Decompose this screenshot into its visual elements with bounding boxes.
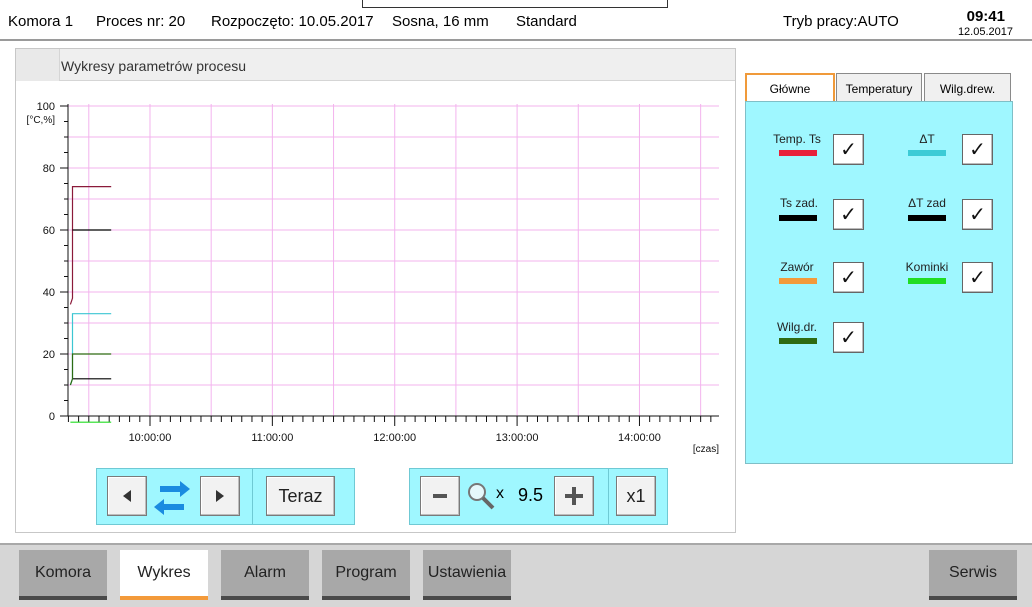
wood-type: Sosna, 16 mm: [392, 13, 489, 30]
legend-swatch-valve: [779, 278, 817, 284]
chamber-label: Komora 1: [8, 13, 74, 30]
nav-alarm[interactable]: Alarm: [221, 550, 309, 600]
tab-wood-moisture[interactable]: Wilg.drew.: [924, 73, 1011, 103]
clock-date: 12.05.2017: [957, 26, 1013, 38]
checkbox-delta-t-set[interactable]: ✓: [962, 199, 993, 230]
chart-panel: Wykresy parametrów procesu 0 20 40 60 80 100[…: [15, 48, 736, 533]
main-area: Wykresy parametrów procesu 0 20 40 60 80 100[…: [0, 43, 1032, 543]
legend-swatch-delta-t-set: [908, 215, 946, 221]
x-tick-label: 11:00:00: [251, 432, 293, 444]
zoom-multiplier-sign: x: [496, 485, 504, 502]
x-tick-label: 12:00:00: [373, 432, 416, 444]
legend-label-ts-set: Ts zad.: [779, 196, 818, 210]
checkbox-temp-ts[interactable]: ✓: [833, 134, 864, 165]
scroll-right-button[interactable]: [200, 476, 240, 516]
zoom-reset-button[interactable]: x1: [616, 476, 656, 516]
arrow-left-icon: [123, 490, 131, 502]
y-tick-label: 40: [43, 287, 55, 299]
legend-panel: Temp. Ts ✓ ΔT ✓ Ts zad. ✓ ΔT zad ✓ Zawór…: [745, 101, 1013, 464]
minus-icon: [433, 494, 447, 498]
clock-time: 09:41: [966, 8, 1005, 25]
nav-chart[interactable]: Wykres: [120, 550, 208, 600]
legend-swatch-delta-t: [908, 150, 946, 156]
series-line-4: [69, 353, 112, 386]
y-tick-label: 20: [43, 349, 55, 361]
x-tick-label: 14:00:00: [618, 432, 661, 444]
process-chart[interactable]: 0 20 40 60 80 100 [°C,%] 10:00:00 11:00:00 12:00:…: [16, 49, 735, 459]
time-navigation-box: Teraz: [96, 468, 355, 525]
checkbox-valve[interactable]: ✓: [833, 262, 864, 293]
zoom-out-button[interactable]: [420, 476, 460, 516]
legend-label-wood-moisture: Wilg.dr.: [776, 320, 817, 334]
plus-icon: [565, 487, 583, 505]
legend-label-delta-t: ΔT: [919, 132, 935, 146]
y-axis-unit: [°C,%]: [27, 115, 56, 126]
y-tick-label: 80: [43, 163, 55, 175]
nav-program[interactable]: Program: [322, 550, 410, 600]
nav-settings[interactable]: Ustawienia: [423, 550, 511, 600]
legend-label-delta-t-set: ΔT zad: [908, 196, 946, 210]
checkbox-vents[interactable]: ✓: [962, 262, 993, 293]
nav-chamber[interactable]: Komora: [19, 550, 107, 600]
legend-swatch-ts-set: [779, 215, 817, 221]
legend-swatch-wood-moisture: [779, 338, 817, 344]
bottom-navigation: Komora Wykres Alarm Program Ustawienia S…: [0, 543, 1032, 607]
zoom-in-button[interactable]: [554, 476, 594, 516]
x-tick-label: 10:00:00: [129, 432, 172, 444]
legend-swatch-vents: [908, 278, 946, 284]
tab-temperatures[interactable]: Temperatury: [836, 73, 922, 103]
series-line-0: [69, 186, 112, 305]
control-separator: [252, 469, 253, 524]
header-tab-indicator: [362, 0, 668, 8]
y-tick-label: 60: [43, 225, 55, 237]
process-number: Proces nr: 20: [96, 13, 186, 30]
y-tick-label: 100: [37, 101, 55, 113]
checkbox-ts-set[interactable]: ✓: [833, 199, 864, 230]
scroll-left-button[interactable]: [107, 476, 147, 516]
process-mode: Standard: [516, 13, 577, 30]
legend-swatch-temp-ts: [779, 150, 817, 156]
header-bar: Komora 1 Proces nr: 20 Rozpoczęto: 10.05…: [0, 0, 1032, 41]
checkbox-wood-moisture[interactable]: ✓: [833, 322, 864, 353]
y-tick-label: 0: [49, 411, 55, 423]
swap-arrows-icon: [152, 476, 194, 516]
magnifier-icon: [466, 481, 496, 516]
checkbox-delta-t[interactable]: ✓: [962, 134, 993, 165]
nav-service[interactable]: Serwis: [929, 550, 1017, 600]
x-axis-label: [czas]: [693, 444, 719, 455]
tab-main[interactable]: Główne: [745, 73, 835, 103]
arrow-right-icon: [216, 490, 224, 502]
legend-label-valve: Zawór: [780, 260, 814, 274]
x-tick-label: 13:00:00: [496, 432, 539, 444]
zoom-value: 9.5: [518, 485, 544, 505]
legend-label-temp-ts: Temp. Ts: [773, 132, 821, 146]
work-mode: Tryb pracy:AUTO: [783, 13, 899, 30]
start-date: Rozpoczęto: 10.05.2017: [211, 13, 374, 30]
series-line-2: [69, 313, 112, 386]
legend-label-vents: Kominki: [905, 260, 949, 274]
control-separator: [608, 469, 609, 524]
zoom-control-box: x 9.5 x1: [409, 468, 668, 525]
now-button[interactable]: Teraz: [266, 476, 335, 516]
legend-tabs: Główne Temperatury Wilg.drew.: [745, 73, 1013, 103]
